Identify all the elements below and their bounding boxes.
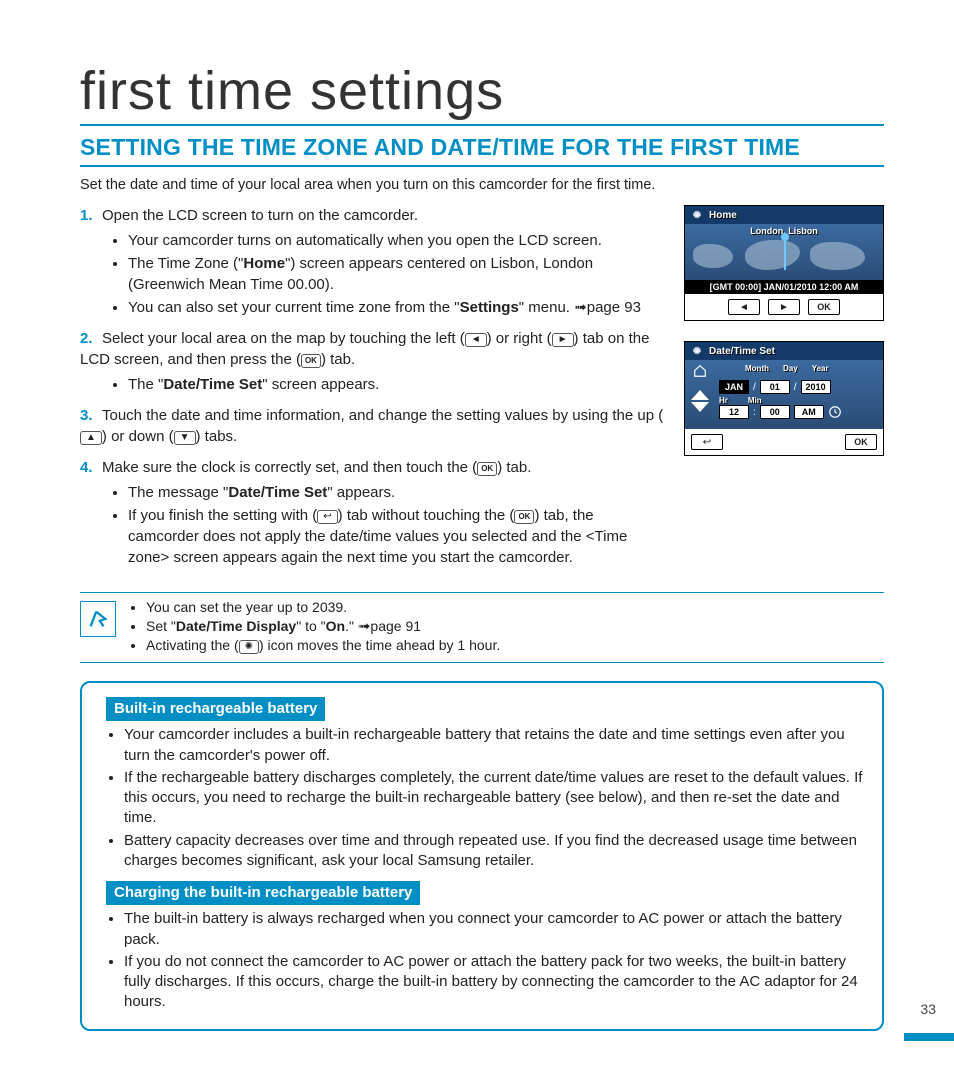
world-map: London, Lisbon — [685, 224, 883, 280]
charging-tag: Charging the built-in rechargeable batte… — [106, 881, 420, 905]
up-arrow-icon: ▲ — [80, 431, 102, 445]
step-number: 2. — [80, 328, 102, 349]
ampm-cell[interactable]: AM — [794, 405, 824, 419]
home-screen-header: Home — [685, 206, 883, 224]
ok-icon: OK — [477, 462, 497, 476]
gear-icon — [691, 345, 703, 357]
up-triangle-icon[interactable] — [691, 390, 709, 400]
arrow-icon — [358, 618, 371, 634]
battery-bullet: Your camcorder includes a built-in recha… — [124, 725, 864, 766]
step2-bullet1: The "Date/Time Set" screen appears. — [128, 374, 664, 395]
day-cell[interactable]: 01 — [760, 380, 790, 394]
page: first time settings SETTING THE TIME ZON… — [0, 0, 954, 1071]
datetime-ok-button[interactable]: OK — [845, 434, 877, 450]
note-item: You can set the year up to 2039. — [146, 599, 500, 615]
year-cell[interactable]: 2010 — [801, 380, 831, 394]
charging-bullet: The built-in battery is always recharged… — [124, 909, 864, 950]
note-item: Activating the (✺) icon moves the time a… — [146, 637, 500, 654]
step-text: Open the LCD screen to turn on the camco… — [102, 207, 418, 224]
step-1: 1.Open the LCD screen to turn on the cam… — [80, 205, 664, 318]
ok-icon: OK — [514, 510, 534, 524]
battery-tag: Built-in rechargeable battery — [106, 697, 325, 721]
battery-info-box: Built-in rechargeable battery Your camco… — [80, 681, 884, 1031]
section-title: SETTING THE TIME ZONE AND DATE/TIME FOR … — [80, 134, 884, 167]
hour-cell[interactable]: 12 — [719, 405, 749, 419]
label-min: Min — [748, 396, 762, 405]
dst-icon: ✺ — [239, 640, 259, 654]
note-icon — [80, 601, 116, 637]
step4-bullet1: The message "Date/Time Set" appears. — [128, 482, 664, 503]
back-icon: ↩ — [317, 510, 337, 524]
datetime-screen-mockup: Date/Time Set Month Day Year — [684, 341, 884, 456]
step-number: 4. — [80, 457, 102, 478]
step-2: 2.Select your local area on the map by t… — [80, 328, 664, 395]
left-arrow-icon: ◄ — [465, 333, 487, 347]
label-hr: Hr — [719, 396, 728, 405]
step1-bullet2: The Time Zone ("Home") screen appears ce… — [128, 253, 664, 295]
page-accent-bar — [904, 1033, 954, 1041]
page-title: first time settings — [80, 60, 884, 126]
down-arrow-icon: ▼ — [174, 431, 196, 445]
right-arrow-icon: ► — [552, 333, 574, 347]
label-day: Day — [783, 364, 798, 373]
minute-cell[interactable]: 00 — [760, 405, 790, 419]
up-down-control[interactable] — [691, 390, 709, 412]
step-number: 3. — [80, 405, 102, 426]
map-marker — [784, 236, 786, 270]
step-4: 4.Make sure the clock is correctly set, … — [80, 457, 664, 568]
note-box: You can set the year up to 2039. Set "Da… — [80, 592, 884, 663]
device-screens-column: Home London, Lisbon [GMT 00:00] JAN/01/2… — [684, 205, 884, 476]
month-cell[interactable]: JAN — [719, 380, 749, 394]
home-icon — [693, 364, 707, 378]
map-ok-button[interactable]: OK — [808, 299, 840, 315]
step-3: 3.Touch the date and time information, a… — [80, 405, 664, 447]
instructions-column: 1.Open the LCD screen to turn on the cam… — [80, 205, 664, 578]
down-triangle-icon[interactable] — [691, 402, 709, 412]
datetime-header: Date/Time Set — [685, 342, 883, 360]
gear-icon — [691, 209, 703, 221]
arrow-icon — [574, 299, 587, 316]
label-month: Month — [745, 364, 769, 373]
intro-text: Set the date and time of your local area… — [80, 177, 884, 193]
battery-bullet: If the rechargeable battery discharges c… — [124, 768, 864, 829]
note-item: Set "Date/Time Display" to "On." page 91 — [146, 617, 500, 635]
gmt-bar: [GMT 00:00] JAN/01/2010 12:00 AM — [685, 280, 883, 294]
step1-bullet3: You can also set your current time zone … — [128, 297, 664, 318]
ok-icon: OK — [301, 354, 321, 368]
page-number: 33 — [920, 1001, 936, 1017]
label-year: Year — [812, 364, 829, 373]
map-right-button[interactable]: ► — [768, 299, 800, 315]
step4-bullet2: If you finish the setting with (↩) tab w… — [128, 505, 664, 568]
battery-bullet: Battery capacity decreases over time and… — [124, 831, 864, 872]
datetime-title: Date/Time Set — [709, 346, 775, 357]
dst-icon[interactable] — [828, 405, 842, 419]
home-screen-title: Home — [709, 210, 737, 221]
home-screen-mockup: Home London, Lisbon [GMT 00:00] JAN/01/2… — [684, 205, 884, 321]
charging-bullet: If you do not connect the camcorder to A… — [124, 952, 864, 1013]
step-number: 1. — [80, 205, 102, 226]
map-left-button[interactable]: ◄ — [728, 299, 760, 315]
step1-bullet1: Your camcorder turns on automatically wh… — [128, 230, 664, 251]
back-button[interactable]: ↩ — [691, 434, 723, 450]
